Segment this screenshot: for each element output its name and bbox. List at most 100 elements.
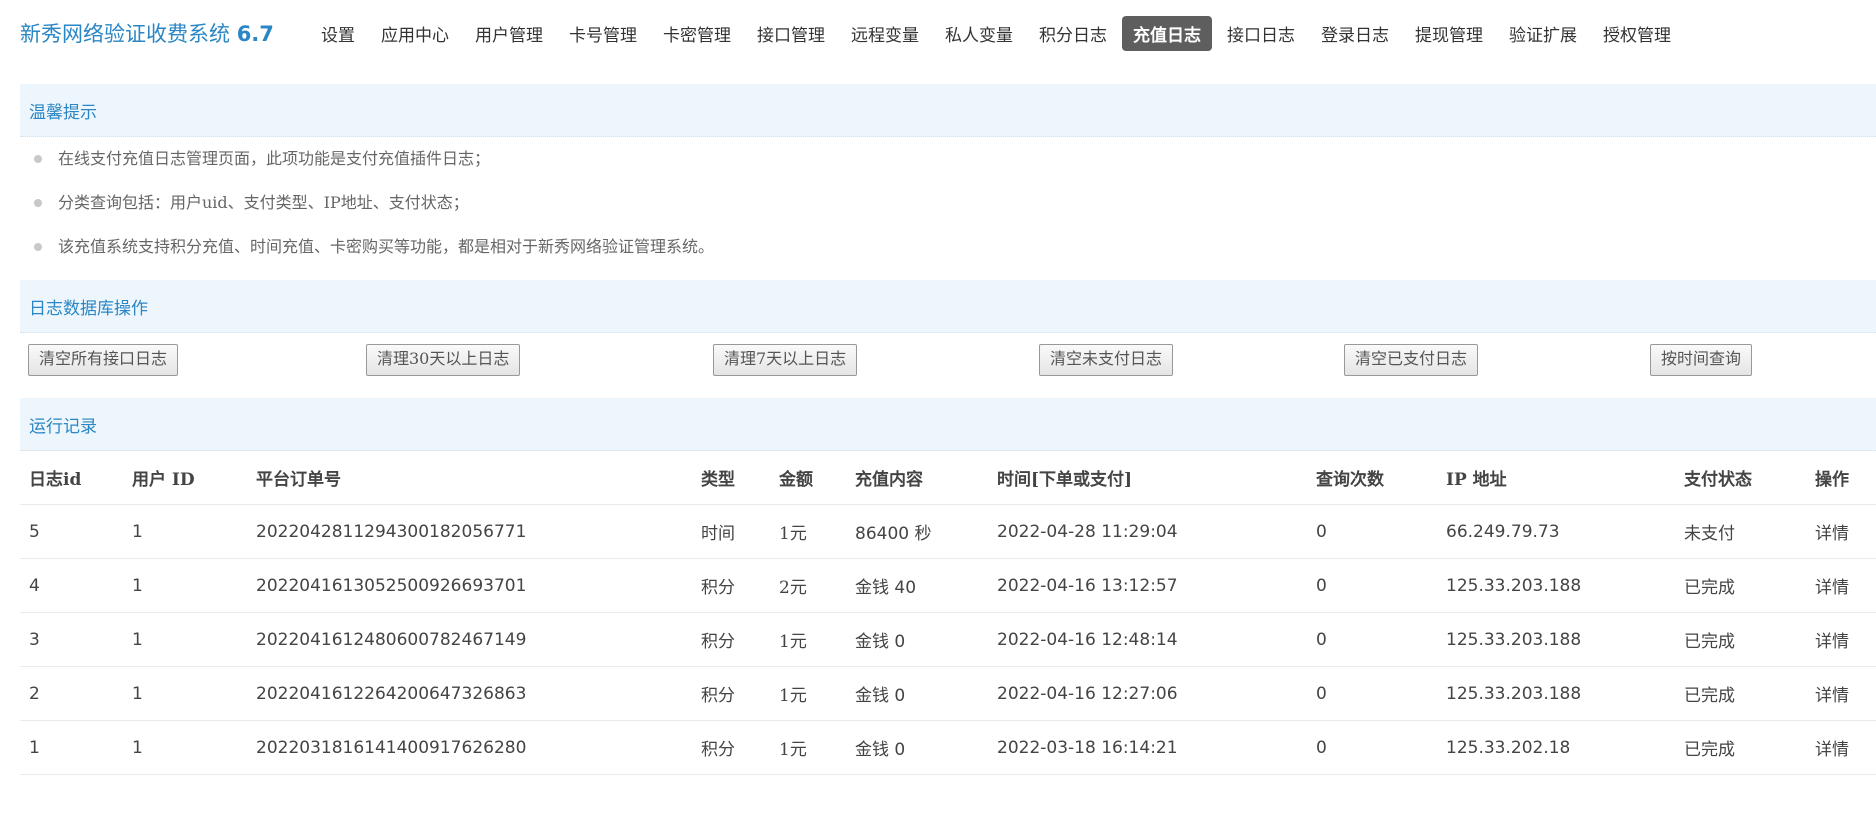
- cell-ip[interactable]: 125.33.203.188: [1437, 612, 1675, 667]
- col-header-pay-status: 支付状态: [1675, 451, 1806, 505]
- nav-item-points-log[interactable]: 积分日志: [1028, 16, 1118, 51]
- cell-log-id: 2: [20, 666, 123, 721]
- cell-ip[interactable]: 125.33.203.188: [1437, 558, 1675, 613]
- col-header-type: 类型: [692, 451, 770, 505]
- cell-log-id: 1: [20, 720, 123, 775]
- app-title-text: 新秀网络验证收费系统: [20, 22, 230, 46]
- page: 新秀网络验证收费系统 6.7 设置 应用中心 用户管理 卡号管理 卡密管理 接口…: [0, 0, 1876, 831]
- cell-type[interactable]: 积分: [692, 720, 770, 775]
- nav-item-cards[interactable]: 卡号管理: [558, 16, 648, 51]
- detail-link[interactable]: 详情: [1806, 558, 1876, 613]
- table-row: 2 1 2022041612264200647326863 积分 1元 金钱 0…: [20, 666, 1876, 721]
- cell-content: 金钱 40: [846, 558, 988, 613]
- db-ops-title: 日志数据库操作: [29, 299, 148, 319]
- cell-order-no: 2022042811294300182056771: [247, 504, 692, 559]
- cell-amount: 1元: [770, 666, 846, 721]
- db-ops-section-head: 日志数据库操作: [20, 280, 1876, 333]
- cell-query-count: 0: [1307, 558, 1437, 613]
- cell-time: 2022-04-28 11:29:04: [988, 504, 1307, 559]
- tips-list: 在线支付充值日志管理页面，此项功能是支付充值插件日志； 分类查询包括：用户uid…: [30, 146, 714, 278]
- cell-content: 金钱 0: [846, 666, 988, 721]
- cell-log-id: 3: [20, 612, 123, 667]
- cell-time: 2022-04-16 12:27:06: [988, 666, 1307, 721]
- app-version: 6.7: [236, 22, 274, 46]
- records-title: 运行记录: [29, 417, 97, 437]
- nav-item-app-center[interactable]: 应用中心: [370, 16, 460, 51]
- cell-ip[interactable]: 125.33.202.18: [1437, 720, 1675, 775]
- nav-item-license[interactable]: 授权管理: [1592, 16, 1682, 51]
- top-nav: 设置 应用中心 用户管理 卡号管理 卡密管理 接口管理 远程变量 私人变量 积分…: [310, 15, 1686, 51]
- tip-item: 在线支付充值日志管理页面，此项功能是支付充值插件日志；: [30, 146, 714, 190]
- cell-type[interactable]: 积分: [692, 612, 770, 667]
- detail-link[interactable]: 详情: [1806, 666, 1876, 721]
- col-header-amount: 金额: [770, 451, 846, 505]
- col-header-ip: IP 地址: [1437, 451, 1675, 505]
- cell-type[interactable]: 时间: [692, 504, 770, 559]
- cell-log-id: 5: [20, 504, 123, 559]
- tips-section-head: 温馨提示: [20, 84, 1876, 137]
- cell-order-no: 2022031816141400917626280: [247, 720, 692, 775]
- clear-30-days-logs-button[interactable]: 清理30天以上日志: [366, 344, 521, 376]
- nav-item-login-log[interactable]: 登录日志: [1310, 16, 1400, 51]
- detail-link[interactable]: 详情: [1806, 720, 1876, 775]
- cell-pay-status[interactable]: 已完成: [1675, 666, 1806, 721]
- nav-item-settings[interactable]: 设置: [310, 16, 366, 51]
- nav-item-recharge-log[interactable]: 充值日志: [1122, 15, 1212, 51]
- col-header-user-id: 用户 ID: [123, 451, 247, 505]
- col-header-content: 充值内容: [846, 451, 988, 505]
- cell-user-id[interactable]: 1: [123, 612, 247, 667]
- nav-item-users[interactable]: 用户管理: [464, 16, 554, 51]
- cell-pay-status[interactable]: 已完成: [1675, 720, 1806, 775]
- tips-title: 温馨提示: [29, 103, 97, 123]
- nav-item-auth-ext[interactable]: 验证扩展: [1498, 16, 1588, 51]
- clear-paid-logs-button[interactable]: 清空已支付日志: [1344, 344, 1479, 376]
- nav-item-withdraw[interactable]: 提现管理: [1404, 16, 1494, 51]
- col-header-query-count: 查询次数: [1307, 451, 1437, 505]
- col-header-time: 时间[下单或支付]: [988, 451, 1307, 505]
- nav-item-remote-vars[interactable]: 远程变量: [840, 16, 930, 51]
- app-title: 新秀网络验证收费系统 6.7: [20, 18, 274, 48]
- nav-item-api[interactable]: 接口管理: [746, 16, 836, 51]
- cell-amount: 1元: [770, 504, 846, 559]
- table-row: 1 1 2022031816141400917626280 积分 1元 金钱 0…: [20, 720, 1876, 775]
- cell-amount: 1元: [770, 612, 846, 667]
- top-header: 新秀网络验证收费系统 6.7 设置 应用中心 用户管理 卡号管理 卡密管理 接口…: [0, 0, 1876, 64]
- cell-ip[interactable]: 125.33.203.188: [1437, 666, 1675, 721]
- clear-unpaid-logs-button[interactable]: 清空未支付日志: [1039, 344, 1174, 376]
- cell-order-no: 2022041613052500926693701: [247, 558, 692, 613]
- cell-ip[interactable]: 66.249.79.73: [1437, 504, 1675, 559]
- cell-type[interactable]: 积分: [692, 558, 770, 613]
- cell-pay-status[interactable]: 未支付: [1675, 504, 1806, 559]
- col-header-order-no: 平台订单号: [247, 451, 692, 505]
- cell-time: 2022-04-16 13:12:57: [988, 558, 1307, 613]
- nav-item-private-vars[interactable]: 私人变量: [934, 16, 1024, 51]
- clear-7-days-logs-button[interactable]: 清理7天以上日志: [713, 344, 858, 376]
- query-by-time-button[interactable]: 按时间查询: [1650, 344, 1753, 376]
- cell-content: 金钱 0: [846, 612, 988, 667]
- cell-user-id[interactable]: 1: [123, 504, 247, 559]
- detail-link[interactable]: 详情: [1806, 504, 1876, 559]
- cell-user-id[interactable]: 1: [123, 558, 247, 613]
- cell-amount: 2元: [770, 558, 846, 613]
- nav-item-api-log[interactable]: 接口日志: [1216, 16, 1306, 51]
- cell-order-no: 2022041612264200647326863: [247, 666, 692, 721]
- cell-query-count: 0: [1307, 504, 1437, 559]
- cell-query-count: 0: [1307, 612, 1437, 667]
- nav-item-card-keys[interactable]: 卡密管理: [652, 16, 742, 51]
- cell-log-id: 4: [20, 558, 123, 613]
- recharge-log-table: 日志id 用户 ID 平台订单号 类型 金额 充值内容 时间[下单或支付] 查询…: [20, 451, 1876, 775]
- cell-query-count: 0: [1307, 720, 1437, 775]
- table-row: 3 1 2022041612480600782467149 积分 1元 金钱 0…: [20, 612, 1876, 667]
- tip-item: 该充值系统支持积分充值、时间充值、卡密购买等功能，都是相对于新秀网络验证管理系统…: [30, 234, 714, 278]
- detail-link[interactable]: 详情: [1806, 612, 1876, 667]
- cell-user-id[interactable]: 1: [123, 720, 247, 775]
- table-row: 4 1 2022041613052500926693701 积分 2元 金钱 4…: [20, 558, 1876, 613]
- cell-type[interactable]: 积分: [692, 666, 770, 721]
- table-header-row: 日志id 用户 ID 平台订单号 类型 金额 充值内容 时间[下单或支付] 查询…: [20, 451, 1876, 505]
- cell-pay-status[interactable]: 已完成: [1675, 558, 1806, 613]
- col-header-log-id: 日志id: [20, 451, 123, 505]
- cell-pay-status[interactable]: 已完成: [1675, 612, 1806, 667]
- cell-time: 2022-04-16 12:48:14: [988, 612, 1307, 667]
- cell-user-id[interactable]: 1: [123, 666, 247, 721]
- clear-all-api-logs-button[interactable]: 清空所有接口日志: [28, 344, 179, 376]
